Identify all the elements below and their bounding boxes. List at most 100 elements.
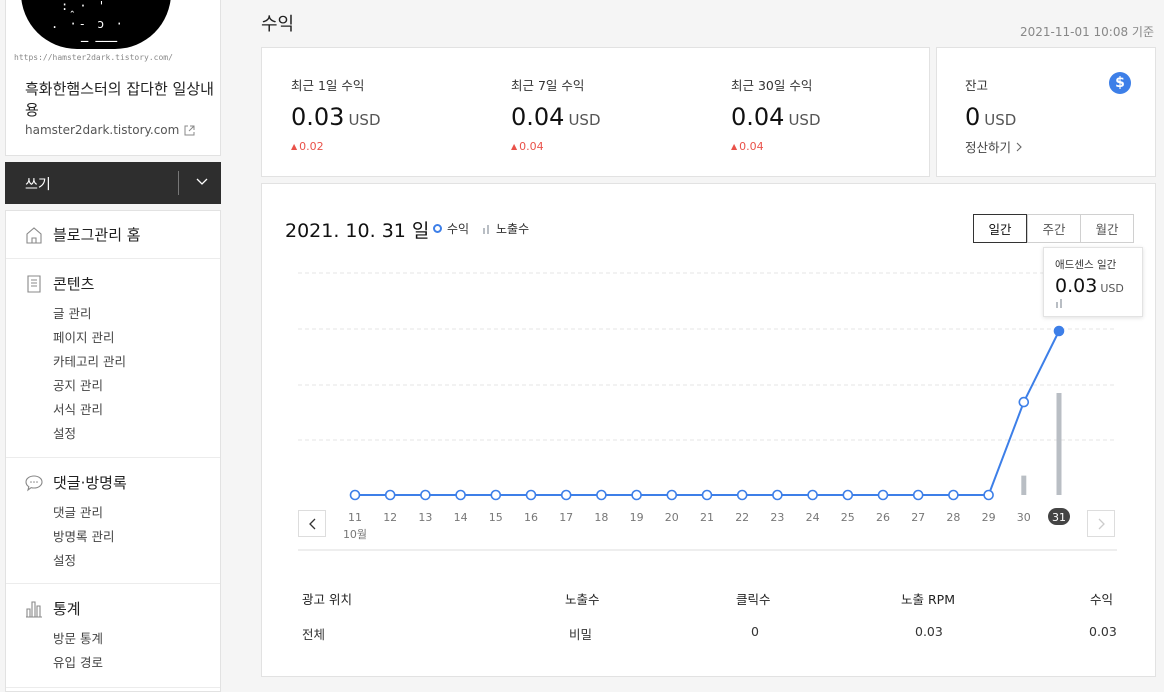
up-triangle-icon: ▲ [291, 142, 298, 151]
stat-7day: 최근 7일 수익 0.04 USD ▲ 0.04 [511, 75, 601, 153]
stat-delta: 0.02 [299, 140, 324, 153]
revenue-point [983, 489, 994, 501]
sidebar-item-comments[interactable]: 댓글·방명록 [25, 472, 127, 493]
stat-value: 0.04 [511, 103, 565, 131]
tooltip-value: 0.03 [1055, 275, 1098, 297]
sidebar-item-label: 콘텐츠 [53, 275, 95, 293]
x-tick-label: 20 [665, 511, 679, 524]
sidebar-subitem-categories[interactable]: 카테고리 관리 [53, 351, 126, 370]
blog-domain-link[interactable]: hamster2dark.tistory.com [25, 123, 195, 137]
settle-link[interactable]: 정산하기 [965, 137, 1022, 156]
revenue-point [631, 489, 642, 501]
up-triangle-icon: ▲ [731, 142, 738, 151]
table-header-clicks: 클릭수 [736, 592, 771, 607]
table-header-rpm: 노출 RPM [901, 592, 955, 607]
revenue-point [842, 489, 854, 501]
avatar-doodle: . ·- ɔ · [51, 17, 125, 31]
sidebar-item-label: 블로그관리 홈 [53, 226, 141, 244]
x-tick-label: 12 [383, 511, 397, 524]
sidebar-item-content[interactable]: 콘텐츠 [25, 273, 94, 294]
stat-delta: 0.04 [739, 140, 764, 153]
stat-label: 최근 30일 수익 [731, 78, 813, 93]
x-tick-label: 26 [876, 511, 890, 524]
sidebar-subitem-visits[interactable]: 방문 통계 [53, 628, 103, 647]
blog-profile-card: :ꞈ· ' . ·- ɔ · ـــ ـ https://hamster2dar… [5, 0, 221, 156]
blog-title[interactable]: 흑화한햄스터의 잡다한 일상내용 [25, 79, 215, 121]
avatar[interactable]: :ꞈ· ' . ·- ɔ · ـــ ـ [21, 0, 171, 49]
chart-next-button[interactable] [1087, 510, 1115, 537]
speech-bubble-icon [25, 474, 43, 491]
blog-domain-text: hamster2dark.tistory.com [25, 123, 180, 137]
sidebar-item-home[interactable]: 블로그관리 홈 [25, 224, 141, 245]
dollar-icon: $ [1109, 72, 1131, 94]
sidebar-subitem-referrers[interactable]: 유입 경로 [53, 652, 103, 671]
sidebar-item-label: 댓글·방명록 [53, 474, 127, 492]
stat-balance: 잔고 0 USD [965, 75, 1016, 131]
balance-unit: USD [984, 111, 1017, 129]
menu-section-comments: 댓글·방명록 댓글 관리 방명록 관리 설정 [6, 458, 220, 584]
table-cell-clicks: 0 [751, 624, 759, 639]
x-tick-label: 17 [559, 511, 573, 524]
revenue-point [596, 489, 607, 501]
revenue-point [525, 489, 537, 501]
menu-section-content: 콘텐츠 글 관리 페이지 관리 카테고리 관리 공지 관리 서식 관리 설정 [6, 259, 220, 458]
sidebar-subitem-templates[interactable]: 서식 관리 [53, 399, 103, 418]
revenue-point [666, 489, 678, 501]
menu-section-stats: 통계 방문 통계 유입 경로 [6, 584, 220, 688]
sidebar-subitem-comment-manage[interactable]: 댓글 관리 [53, 502, 103, 521]
x-tick-label: 31 [1052, 511, 1066, 524]
revenue-point [349, 489, 361, 501]
x-tick-label: 23 [770, 511, 784, 524]
x-tick-label: 18 [594, 511, 608, 524]
revenue-point [1053, 325, 1065, 337]
revenue-line-chart: 11 12 13 14 15 16 17 18 19 20 21 22 23 24 25 26 27 28 29 30… [298, 272, 1117, 551]
write-divider [178, 171, 179, 195]
revenue-summary-card: 최근 1일 수익 0.03 USD ▲ 0.02 최근 7일 수익 0.04 USD … [261, 47, 930, 177]
x-tick-label: 14 [454, 511, 468, 524]
stat-unit: USD [348, 111, 381, 129]
revenue-chart-card: 2021. 10. 31 일 수익 노출수 일간 주간 월간 11 12 13 14 1… [261, 183, 1156, 677]
revenue-point [877, 489, 889, 501]
x-tick-label: 11 [348, 511, 362, 524]
tooltip-title: 애드센스 일간 [1055, 259, 1117, 271]
table-cell-impressions: 비밀 [569, 627, 593, 642]
sidebar-subitem-posts[interactable]: 글 관리 [53, 303, 91, 322]
chevron-right-icon [1016, 142, 1022, 151]
sidebar: :ꞈ· ' . ·- ɔ · ـــ ـ https://hamster2dar… [5, 0, 221, 692]
x-tick-label: 25 [841, 511, 855, 524]
x-tick-label: 15 [489, 511, 503, 524]
sidebar-subitem-comment-settings[interactable]: 설정 [53, 550, 76, 569]
x-month-label: 10월 [343, 528, 367, 541]
stat-value: 0.04 [731, 103, 785, 131]
chart-prev-button[interactable] [298, 510, 326, 537]
table-cell-revenue: 0.03 [1089, 624, 1117, 639]
up-triangle-icon: ▲ [511, 142, 518, 151]
sidebar-subitem-notices[interactable]: 공지 관리 [53, 375, 103, 394]
sidebar-subitem-guestbook[interactable]: 방명록 관리 [53, 526, 114, 545]
revenue-point [420, 489, 431, 501]
stat-1day: 최근 1일 수익 0.03 USD ▲ 0.02 [291, 75, 381, 153]
sidebar-item-stats[interactable]: 통계 [25, 598, 81, 619]
stat-value: 0.03 [291, 103, 345, 131]
write-button-bar: 쓰기 [5, 162, 221, 204]
sidebar-subitem-pages[interactable]: 페이지 관리 [53, 327, 114, 346]
x-tick-label: 29 [982, 511, 996, 524]
sidebar-subitem-content-settings[interactable]: 설정 [53, 423, 76, 442]
chevron-down-icon[interactable] [192, 172, 212, 192]
write-button[interactable]: 쓰기 [25, 174, 51, 194]
x-tick-label: 22 [735, 511, 749, 524]
revenue-point [384, 489, 396, 501]
tooltip-unit: USD [1100, 282, 1124, 295]
admin-menu: 블로그관리 홈 콘텐츠 글 관리 페이지 관리 카테고리 관리 공지 관리 서식… [5, 210, 221, 692]
revenue-point [490, 489, 502, 501]
x-tick-label: 21 [700, 511, 714, 524]
document-icon [27, 274, 41, 293]
stat-label: 최근 7일 수익 [511, 78, 585, 93]
revenue-series-line [355, 330, 1060, 496]
revenue-point [736, 489, 748, 501]
x-tick-label: 24 [806, 511, 820, 524]
stat-label: 최근 1일 수익 [291, 78, 365, 93]
timestamp: 2021-11-01 10:08 기준 [1019, 25, 1154, 39]
table-header-placement: 광고 위치 [302, 592, 352, 607]
table-header-revenue: 수익 [1090, 592, 1114, 607]
